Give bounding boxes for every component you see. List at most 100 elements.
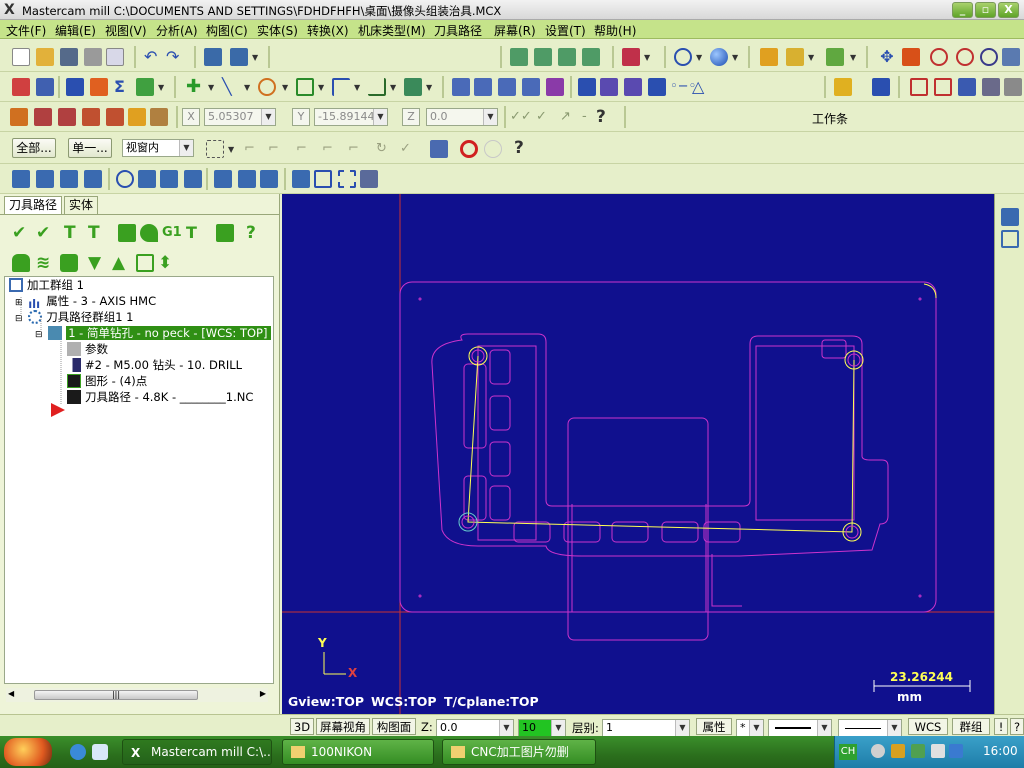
save-icon[interactable] xyxy=(60,48,78,66)
move-down-icon[interactable]: ▼ xyxy=(88,254,106,272)
menu-file[interactable]: 文件(F) xyxy=(6,22,46,39)
rotate-view-icon[interactable] xyxy=(116,170,134,188)
link-icon[interactable]: ◦−◦ xyxy=(670,78,696,96)
chevron-down-icon[interactable]: ▼ xyxy=(732,54,740,62)
pen-tool-icon[interactable] xyxy=(982,78,1000,96)
help-icon[interactable]: ? xyxy=(514,139,532,157)
material-manager-icon[interactable] xyxy=(36,170,54,188)
multi-pencil-icon[interactable] xyxy=(786,48,804,66)
spring-icon[interactable] xyxy=(184,170,202,188)
pencil-icon[interactable] xyxy=(760,48,778,66)
toolpath-verify-icon[interactable] xyxy=(230,48,248,66)
tray-app-icon[interactable] xyxy=(949,744,963,758)
z-coordinate-field[interactable]: 0.0 ▼ xyxy=(426,108,498,126)
color-field[interactable]: 10 ▼ xyxy=(518,719,566,737)
tab-toolpaths[interactable]: 刀具路径 xyxy=(4,196,63,214)
extra-tool-icon[interactable] xyxy=(1004,78,1022,96)
verify-icon[interactable] xyxy=(140,224,158,242)
join-icon[interactable] xyxy=(624,78,642,96)
chevron-down-icon[interactable]: ▼ xyxy=(252,54,260,62)
tray-icon[interactable] xyxy=(871,744,885,758)
verify-selection-icon[interactable] xyxy=(430,140,448,158)
y-axis-label[interactable]: Y xyxy=(292,108,310,126)
group-button[interactable]: 群组 xyxy=(952,718,990,735)
chevron-down-icon[interactable]: ▼ xyxy=(675,720,689,736)
chevron-down-icon[interactable]: ▼ xyxy=(551,720,565,736)
menu-solids[interactable]: 实体(S) xyxy=(257,22,298,39)
attributes-button[interactable]: 属性 xyxy=(696,718,732,735)
chevron-down-icon[interactable]: ▼ xyxy=(179,140,193,156)
chevron-down-icon[interactable]: ▼ xyxy=(354,84,362,92)
view-top-icon[interactable] xyxy=(534,48,552,66)
bang-button[interactable]: ! xyxy=(994,718,1008,735)
view-side-icon[interactable] xyxy=(582,48,600,66)
triangle-icon[interactable]: △ xyxy=(692,78,710,96)
menu-settings[interactable]: 设置(T) xyxy=(545,22,586,39)
menu-view[interactable]: 视图(V) xyxy=(105,22,147,39)
regen-dirty-icon[interactable]: T xyxy=(88,224,106,242)
toolpath-backplot-icon[interactable] xyxy=(204,48,222,66)
z-depth-field[interactable]: 0.0 ▼ xyxy=(436,719,514,737)
dynamic-rotate-icon[interactable] xyxy=(160,170,178,188)
ac-midpoint-icon[interactable] xyxy=(58,108,76,126)
ac-point-icon[interactable] xyxy=(10,108,28,126)
print-preview-icon[interactable] xyxy=(106,48,124,66)
print-icon[interactable] xyxy=(84,48,102,66)
select-all-ops-icon[interactable]: ✔ xyxy=(12,224,30,242)
chevron-down-icon[interactable]: ▼ xyxy=(158,84,166,92)
wcs-button[interactable]: WCS xyxy=(908,718,948,735)
brush-icon[interactable] xyxy=(826,48,844,66)
ie-quicklaunch-icon[interactable] xyxy=(70,744,86,760)
view-toggle-icon[interactable] xyxy=(1001,230,1019,248)
unselect-icon[interactable] xyxy=(484,140,502,158)
regen-selected-icon[interactable]: T xyxy=(64,224,82,242)
dimension-arrow-icon[interactable] xyxy=(872,78,890,96)
x-axis-label[interactable]: X xyxy=(182,108,200,126)
xform-rotate-icon[interactable] xyxy=(498,78,516,96)
lock-icon[interactable] xyxy=(12,254,30,272)
minimize-button[interactable]: _ xyxy=(952,2,973,18)
help-icon[interactable]: ? xyxy=(596,108,614,126)
x-coordinate-field[interactable]: 5.05307 ▼ xyxy=(204,108,276,126)
maximize-button[interactable]: ▫ xyxy=(975,2,996,18)
pan-icon[interactable]: ✥ xyxy=(878,48,896,66)
chevron-down-icon[interactable]: ▼ xyxy=(483,109,497,125)
shaded-sphere-icon[interactable] xyxy=(710,48,728,66)
toggle-post-icon[interactable] xyxy=(60,254,78,272)
chevron-down-icon[interactable]: ▼ xyxy=(390,84,398,92)
ac-intersect-icon[interactable] xyxy=(128,108,146,126)
level-field[interactable]: 1 ▼ xyxy=(602,719,690,737)
dimension-icon[interactable] xyxy=(66,78,84,96)
backplot-icon[interactable] xyxy=(118,224,136,242)
trim-icon[interactable] xyxy=(578,78,596,96)
chevron-down-icon[interactable]: ▼ xyxy=(499,720,513,736)
analyze-icon[interactable] xyxy=(12,78,30,96)
open-file-icon[interactable] xyxy=(36,48,54,66)
security-shield-icon[interactable] xyxy=(891,744,905,758)
chevron-down-icon[interactable]: ▼ xyxy=(282,84,290,92)
selection-mode-select[interactable]: 视窗内 ▼ xyxy=(122,139,194,157)
tab-solids[interactable]: 实体 xyxy=(64,196,99,214)
boundary-box-icon[interactable] xyxy=(314,170,332,188)
ac-center-icon[interactable] xyxy=(82,108,100,126)
zoom-window-icon[interactable] xyxy=(930,48,948,66)
window-select-icon[interactable] xyxy=(206,140,224,158)
new-file-icon[interactable] xyxy=(12,48,30,66)
menu-edit[interactable]: 编辑(E) xyxy=(55,22,96,39)
part-drawing[interactable] xyxy=(282,194,994,714)
undo-icon[interactable]: ↶ xyxy=(144,48,162,66)
bend-icon[interactable] xyxy=(958,78,976,96)
chevron-down-icon[interactable]: ▼ xyxy=(749,720,763,736)
screen-view-button[interactable]: 屏幕视角 xyxy=(316,718,370,735)
menu-machine-type[interactable]: 机床类型(M) xyxy=(358,22,426,39)
chevron-down-icon[interactable]: ▼ xyxy=(318,84,326,92)
eraser-icon[interactable] xyxy=(360,170,378,188)
chevron-down-icon[interactable]: ▼ xyxy=(808,54,816,62)
status-help-button[interactable]: ? xyxy=(1010,718,1024,735)
shading-cube-icon[interactable] xyxy=(622,48,640,66)
manager-toggle-icon[interactable] xyxy=(1001,208,1019,226)
toggle-display-icon[interactable]: ≋ xyxy=(36,254,54,272)
task-folder-nikon[interactable]: 100NIKON xyxy=(282,739,434,765)
chevron-down-icon[interactable]: ▼ xyxy=(228,146,236,154)
hatch-icon[interactable] xyxy=(90,78,108,96)
